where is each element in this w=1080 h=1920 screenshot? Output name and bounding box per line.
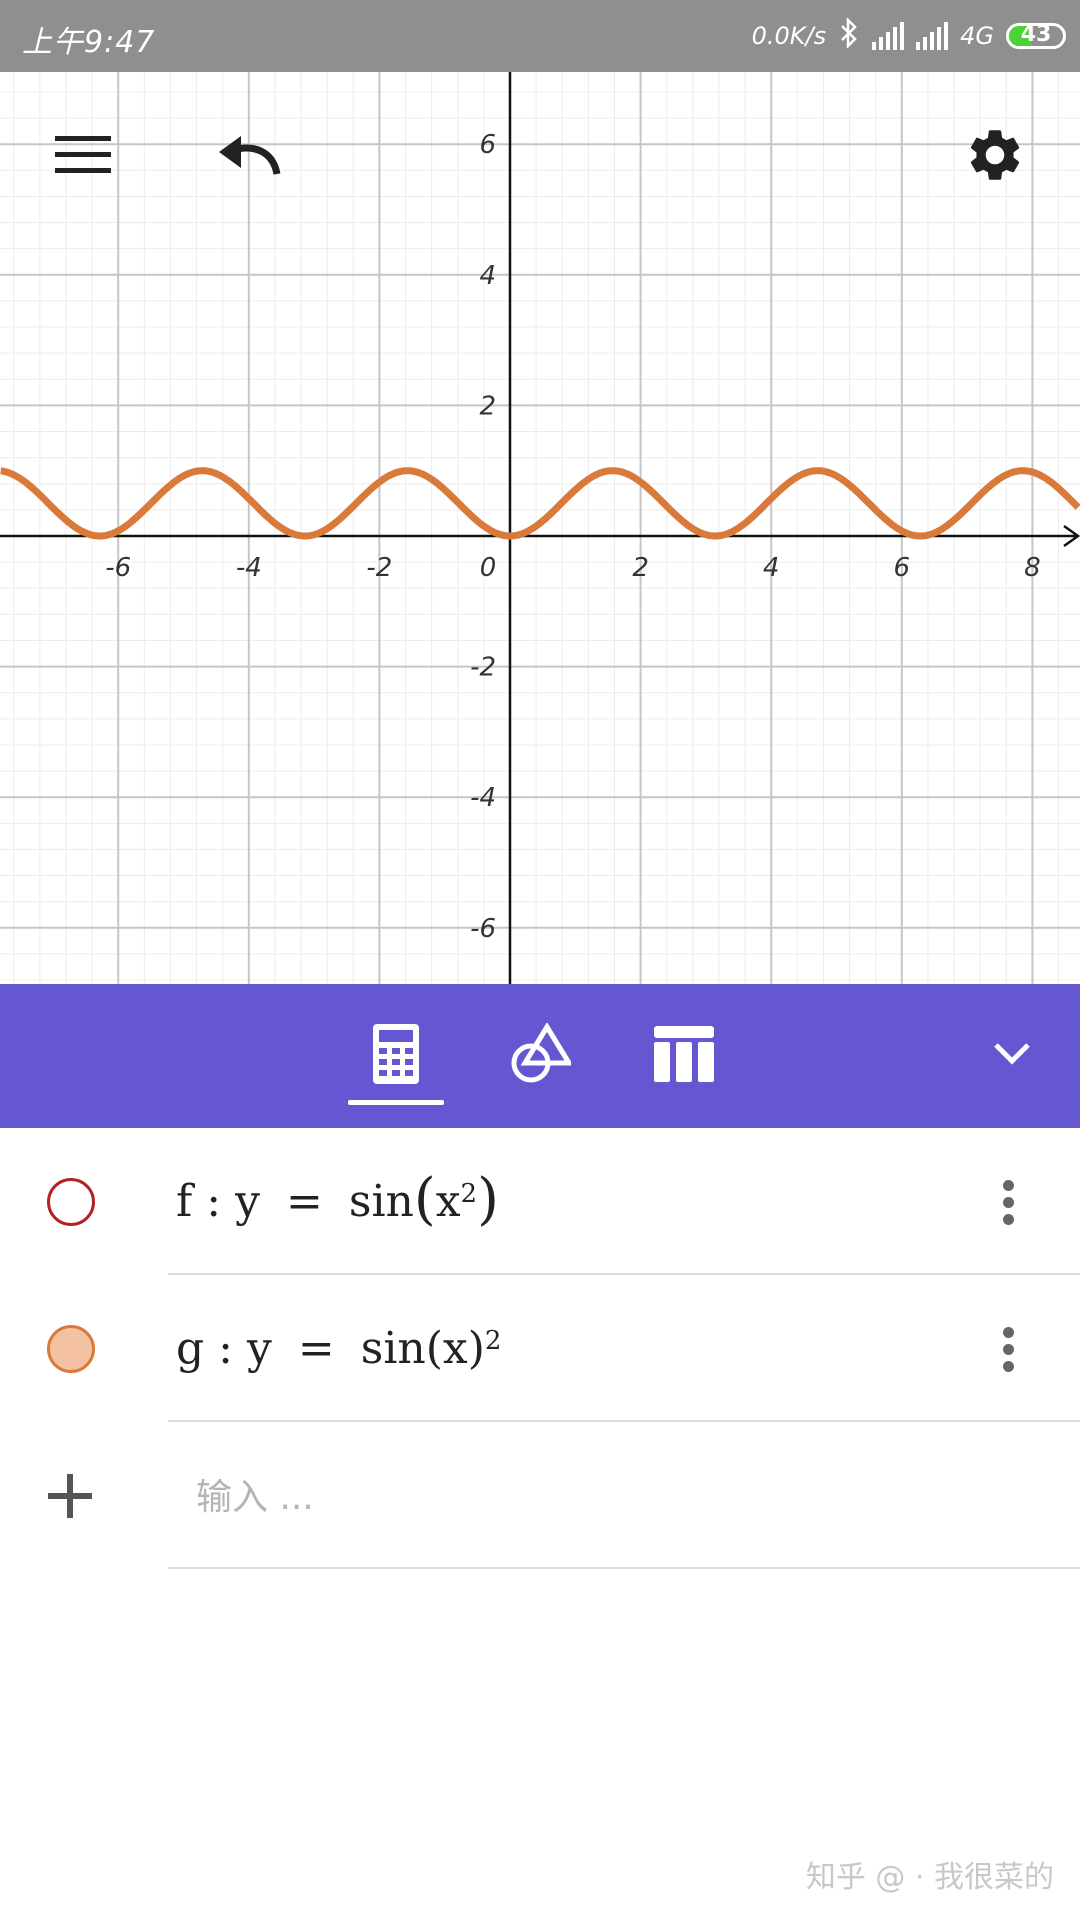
hamburger-icon [55, 136, 111, 173]
x-tick-label: -2 [366, 553, 392, 583]
exponent: 2 [460, 1178, 478, 1209]
geometry-tools-icon [511, 1023, 571, 1083]
exponent: 2 [484, 1325, 502, 1356]
more-options-button[interactable] [980, 1172, 1036, 1232]
paren-open: ( [413, 1166, 436, 1232]
y-tick-label: 4 [479, 261, 496, 291]
paren-close: ) [467, 1323, 485, 1374]
signal-strength-icon [872, 22, 905, 50]
tab-tools[interactable] [492, 1006, 588, 1102]
y-tick-label: -4 [470, 783, 496, 813]
x-tick-label: 4 [763, 553, 780, 583]
battery-level: 43 [1020, 23, 1052, 47]
plus-icon[interactable] [48, 1474, 92, 1518]
table-icon [654, 1026, 714, 1082]
function-name: sin [348, 1176, 414, 1227]
network-speed: 0.0K/s [751, 22, 827, 50]
lhs: y [235, 1176, 260, 1227]
lhs: y [247, 1323, 272, 1374]
expression-f[interactable]: f : y = sin(x 2) [176, 1128, 499, 1275]
paren-close: ) [477, 1166, 499, 1232]
x-tick-label: -4 [236, 553, 262, 583]
x-tick-label: 6 [894, 553, 911, 583]
more-options-button[interactable] [980, 1319, 1036, 1379]
active-tab-indicator [348, 1100, 444, 1105]
gear-icon [970, 130, 1020, 180]
curve-g [0, 467, 1080, 540]
tab-table[interactable] [636, 1006, 732, 1102]
function-name: sin [360, 1323, 426, 1374]
algebra-input[interactable] [196, 1462, 996, 1532]
algebra-input-row [0, 1422, 1080, 1569]
algebra-item-f[interactable]: f : y = sin(x 2) [0, 1128, 1080, 1275]
watermark: 知乎 @ · 我很菜的 [805, 1860, 1054, 1895]
y-tick-label: -6 [470, 914, 496, 944]
network-type: 4G [960, 22, 994, 50]
expression-g[interactable]: g : y = sin(x) 2 [176, 1275, 501, 1422]
undo-button[interactable] [214, 120, 284, 190]
status-indicators: 0.0K/s 4G 43 [752, 14, 1066, 58]
argument: x [435, 1176, 461, 1227]
visibility-toggle-f[interactable] [47, 1178, 95, 1226]
visibility-toggle-g[interactable] [47, 1325, 95, 1373]
separator: : [218, 1323, 233, 1374]
graph-canvas[interactable]: -6 -4 -2 0 2 4 6 8 6 4 2 -2 -4 -6 [0, 0, 1080, 984]
equals-sign: = [285, 1176, 323, 1227]
object-name: f [176, 1176, 193, 1227]
paren-open: ( [425, 1323, 443, 1374]
signal-strength-icon-2 [916, 22, 949, 50]
divider [168, 1567, 1080, 1569]
x-tick-label: 8 [1024, 553, 1041, 583]
undo-icon [219, 136, 281, 175]
x-tick-label: 2 [632, 553, 649, 583]
settings-button[interactable] [960, 120, 1030, 190]
menu-button[interactable] [48, 120, 118, 190]
y-tick-label: -2 [470, 653, 496, 683]
equals-sign: = [297, 1323, 335, 1374]
bluetooth-icon [838, 16, 860, 54]
battery-icon: 43 [1006, 23, 1066, 49]
argument: x [442, 1323, 468, 1374]
y-tick-label: 6 [479, 130, 496, 160]
status-time: 上午9:47 [22, 25, 156, 60]
calculator-icon [373, 1024, 419, 1084]
collapse-panel-button[interactable] [964, 1006, 1060, 1102]
chevron-down-icon [994, 1043, 1030, 1065]
x-tick-label: 0 [480, 553, 497, 583]
separator: : [206, 1176, 222, 1227]
algebra-item-g[interactable]: g : y = sin(x) 2 [0, 1275, 1080, 1422]
object-name: g [176, 1323, 205, 1374]
graphics-view[interactable]: -6 -4 -2 0 2 4 6 8 6 4 2 -2 -4 -6 [0, 0, 1080, 984]
y-tick-label: 2 [479, 391, 496, 421]
status-bar: 上午9:47 0.0K/s 4G 43 [0, 0, 1080, 72]
x-tick-label: -6 [105, 553, 131, 583]
tab-algebra[interactable] [348, 1006, 444, 1102]
view-toolbar [0, 984, 1080, 1128]
